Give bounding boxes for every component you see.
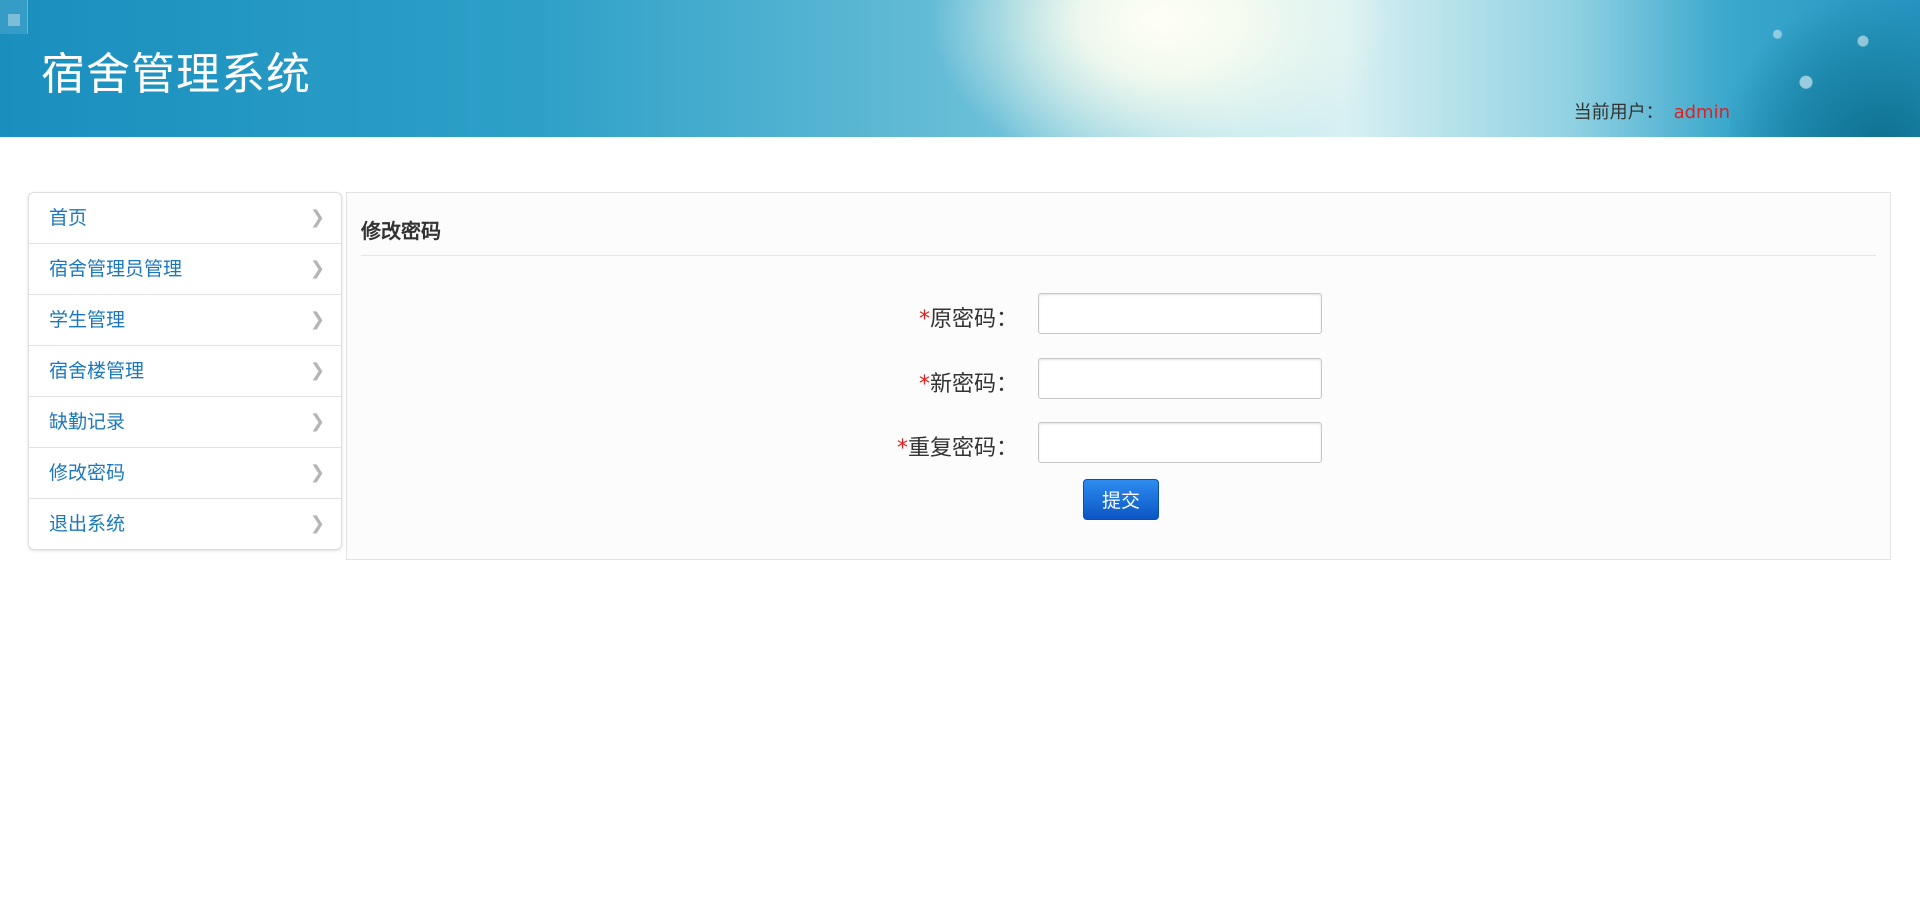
repeat-password-label: *重复密码： xyxy=(897,430,1018,462)
header-banner: 宿舍管理系统 当前用户： admin xyxy=(0,0,1920,137)
chevron-right-icon: ❯ xyxy=(309,513,325,534)
sidebar-item-home[interactable]: 首页 ❯ xyxy=(29,193,341,244)
sidebar-item-absence-records[interactable]: 缺勤记录 ❯ xyxy=(29,397,341,448)
sidebar-item-label: 宿舍管理员管理 xyxy=(49,258,183,280)
old-password-input[interactable] xyxy=(1038,293,1322,334)
chevron-right-icon: ❯ xyxy=(309,309,325,330)
required-mark: * xyxy=(918,372,930,397)
new-password-input[interactable] xyxy=(1038,358,1322,399)
chevron-right-icon: ❯ xyxy=(309,462,325,483)
corner-icon xyxy=(0,0,28,34)
chevron-right-icon: ❯ xyxy=(309,258,325,279)
sidebar-item-building-management[interactable]: 宿舍楼管理 ❯ xyxy=(29,346,341,397)
chevron-right-icon: ❯ xyxy=(309,411,325,432)
required-mark: * xyxy=(896,436,908,461)
repeat-password-row: *重复密码： xyxy=(347,422,1890,464)
old-password-row: *原密码： xyxy=(347,293,1890,335)
chevron-right-icon: ❯ xyxy=(309,207,325,228)
sidebar-item-change-password[interactable]: 修改密码 ❯ xyxy=(29,448,341,499)
current-user-label: 当前用户： xyxy=(1573,102,1664,123)
sidebar-item-logout[interactable]: 退出系统 ❯ xyxy=(29,499,341,549)
repeat-password-input[interactable] xyxy=(1038,422,1322,463)
sidebar-item-label: 缺勤记录 xyxy=(49,411,126,433)
submit-button[interactable]: 提交 xyxy=(1083,479,1159,520)
new-password-label: *新密码： xyxy=(919,366,1018,398)
current-user: 当前用户： admin xyxy=(1574,98,1730,124)
sidebar-nav: 首页 ❯ 宿舍管理员管理 ❯ 学生管理 ❯ 宿舍楼管理 ❯ 缺勤记录 ❯ 修改密… xyxy=(28,192,342,550)
sidebar-item-dorm-admin-management[interactable]: 宿舍管理员管理 ❯ xyxy=(29,244,341,295)
sidebar-item-student-management[interactable]: 学生管理 ❯ xyxy=(29,295,341,346)
sidebar-item-label: 修改密码 xyxy=(49,462,126,484)
required-mark: * xyxy=(918,307,930,332)
sidebar-item-label: 退出系统 xyxy=(49,513,126,535)
panel-title: 修改密码 xyxy=(361,219,441,243)
repeat-password-label-text: 重复密码： xyxy=(907,436,1018,461)
old-password-label: *原密码： xyxy=(919,301,1018,333)
banner-wave-decoration xyxy=(1730,0,1920,137)
current-username: admin xyxy=(1673,102,1730,123)
panel-divider xyxy=(361,255,1876,256)
new-password-label-text: 新密码： xyxy=(929,372,1018,397)
new-password-row: *新密码： xyxy=(347,358,1890,400)
sidebar-item-label: 首页 xyxy=(49,207,88,229)
old-password-label-text: 原密码： xyxy=(929,307,1018,332)
sidebar-item-label: 学生管理 xyxy=(49,309,126,331)
app-title: 宿舍管理系统 xyxy=(41,49,311,100)
sidebar-item-label: 宿舍楼管理 xyxy=(49,360,145,382)
change-password-panel: 修改密码 *原密码： *新密码： *重复密码： 提交 xyxy=(346,192,1891,560)
chevron-right-icon: ❯ xyxy=(309,360,325,381)
